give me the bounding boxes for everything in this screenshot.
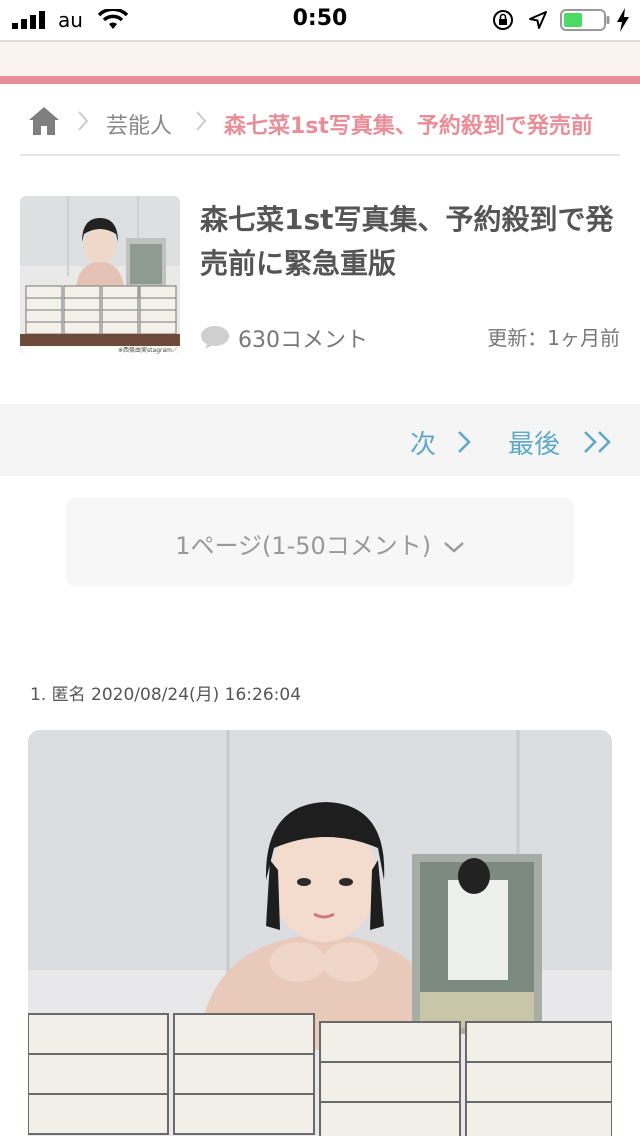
location-icon	[529, 11, 547, 29]
pager-bar: 次 最後	[0, 404, 640, 476]
header-band	[0, 42, 640, 76]
chevron-right-icon	[78, 111, 89, 131]
breadcrumb: 芸能人 森七菜1st写真集、予約殺到で発売前	[20, 96, 620, 156]
charging-icon	[617, 8, 629, 32]
breadcrumb-category[interactable]: 芸能人	[106, 108, 172, 140]
page-select-label: 1ページ(1-50コメント)	[175, 532, 432, 560]
last-page-link[interactable]: 最後	[508, 424, 560, 461]
comment-count[interactable]: 630コメント	[238, 322, 368, 354]
article-thumbnail[interactable]: ※西條由実stagram／	[20, 196, 180, 354]
breadcrumb-current: 森七菜1st写真集、予約殺到で発売前	[224, 114, 593, 139]
next-page-link[interactable]: 次	[410, 424, 436, 461]
comment-bubble-icon	[201, 326, 229, 349]
status-bar: au 0:50	[0, 0, 640, 40]
rotation-lock-icon	[493, 10, 513, 30]
comment-meta: 1. 匿名 2020/08/24(月) 16:26:04	[30, 685, 302, 705]
chevron-down-icon	[444, 542, 464, 553]
double-chevron-right-icon[interactable]	[582, 430, 614, 454]
chevron-right-icon[interactable]	[456, 430, 472, 454]
thumbnail-caption: ※西條由実stagram／	[118, 346, 178, 354]
battery-icon	[560, 9, 610, 31]
article-title[interactable]: 森七菜1st写真集、予約殺到で発売前に緊急重版	[200, 198, 620, 286]
page-select[interactable]: 1ページ(1-50コメント)	[66, 498, 574, 586]
header-accent-line	[0, 76, 640, 84]
home-icon[interactable]	[28, 106, 60, 136]
chevron-right-icon	[196, 111, 207, 131]
comment-image[interactable]	[28, 730, 612, 1136]
updated-time: 更新：1ヶ月前	[487, 326, 620, 350]
